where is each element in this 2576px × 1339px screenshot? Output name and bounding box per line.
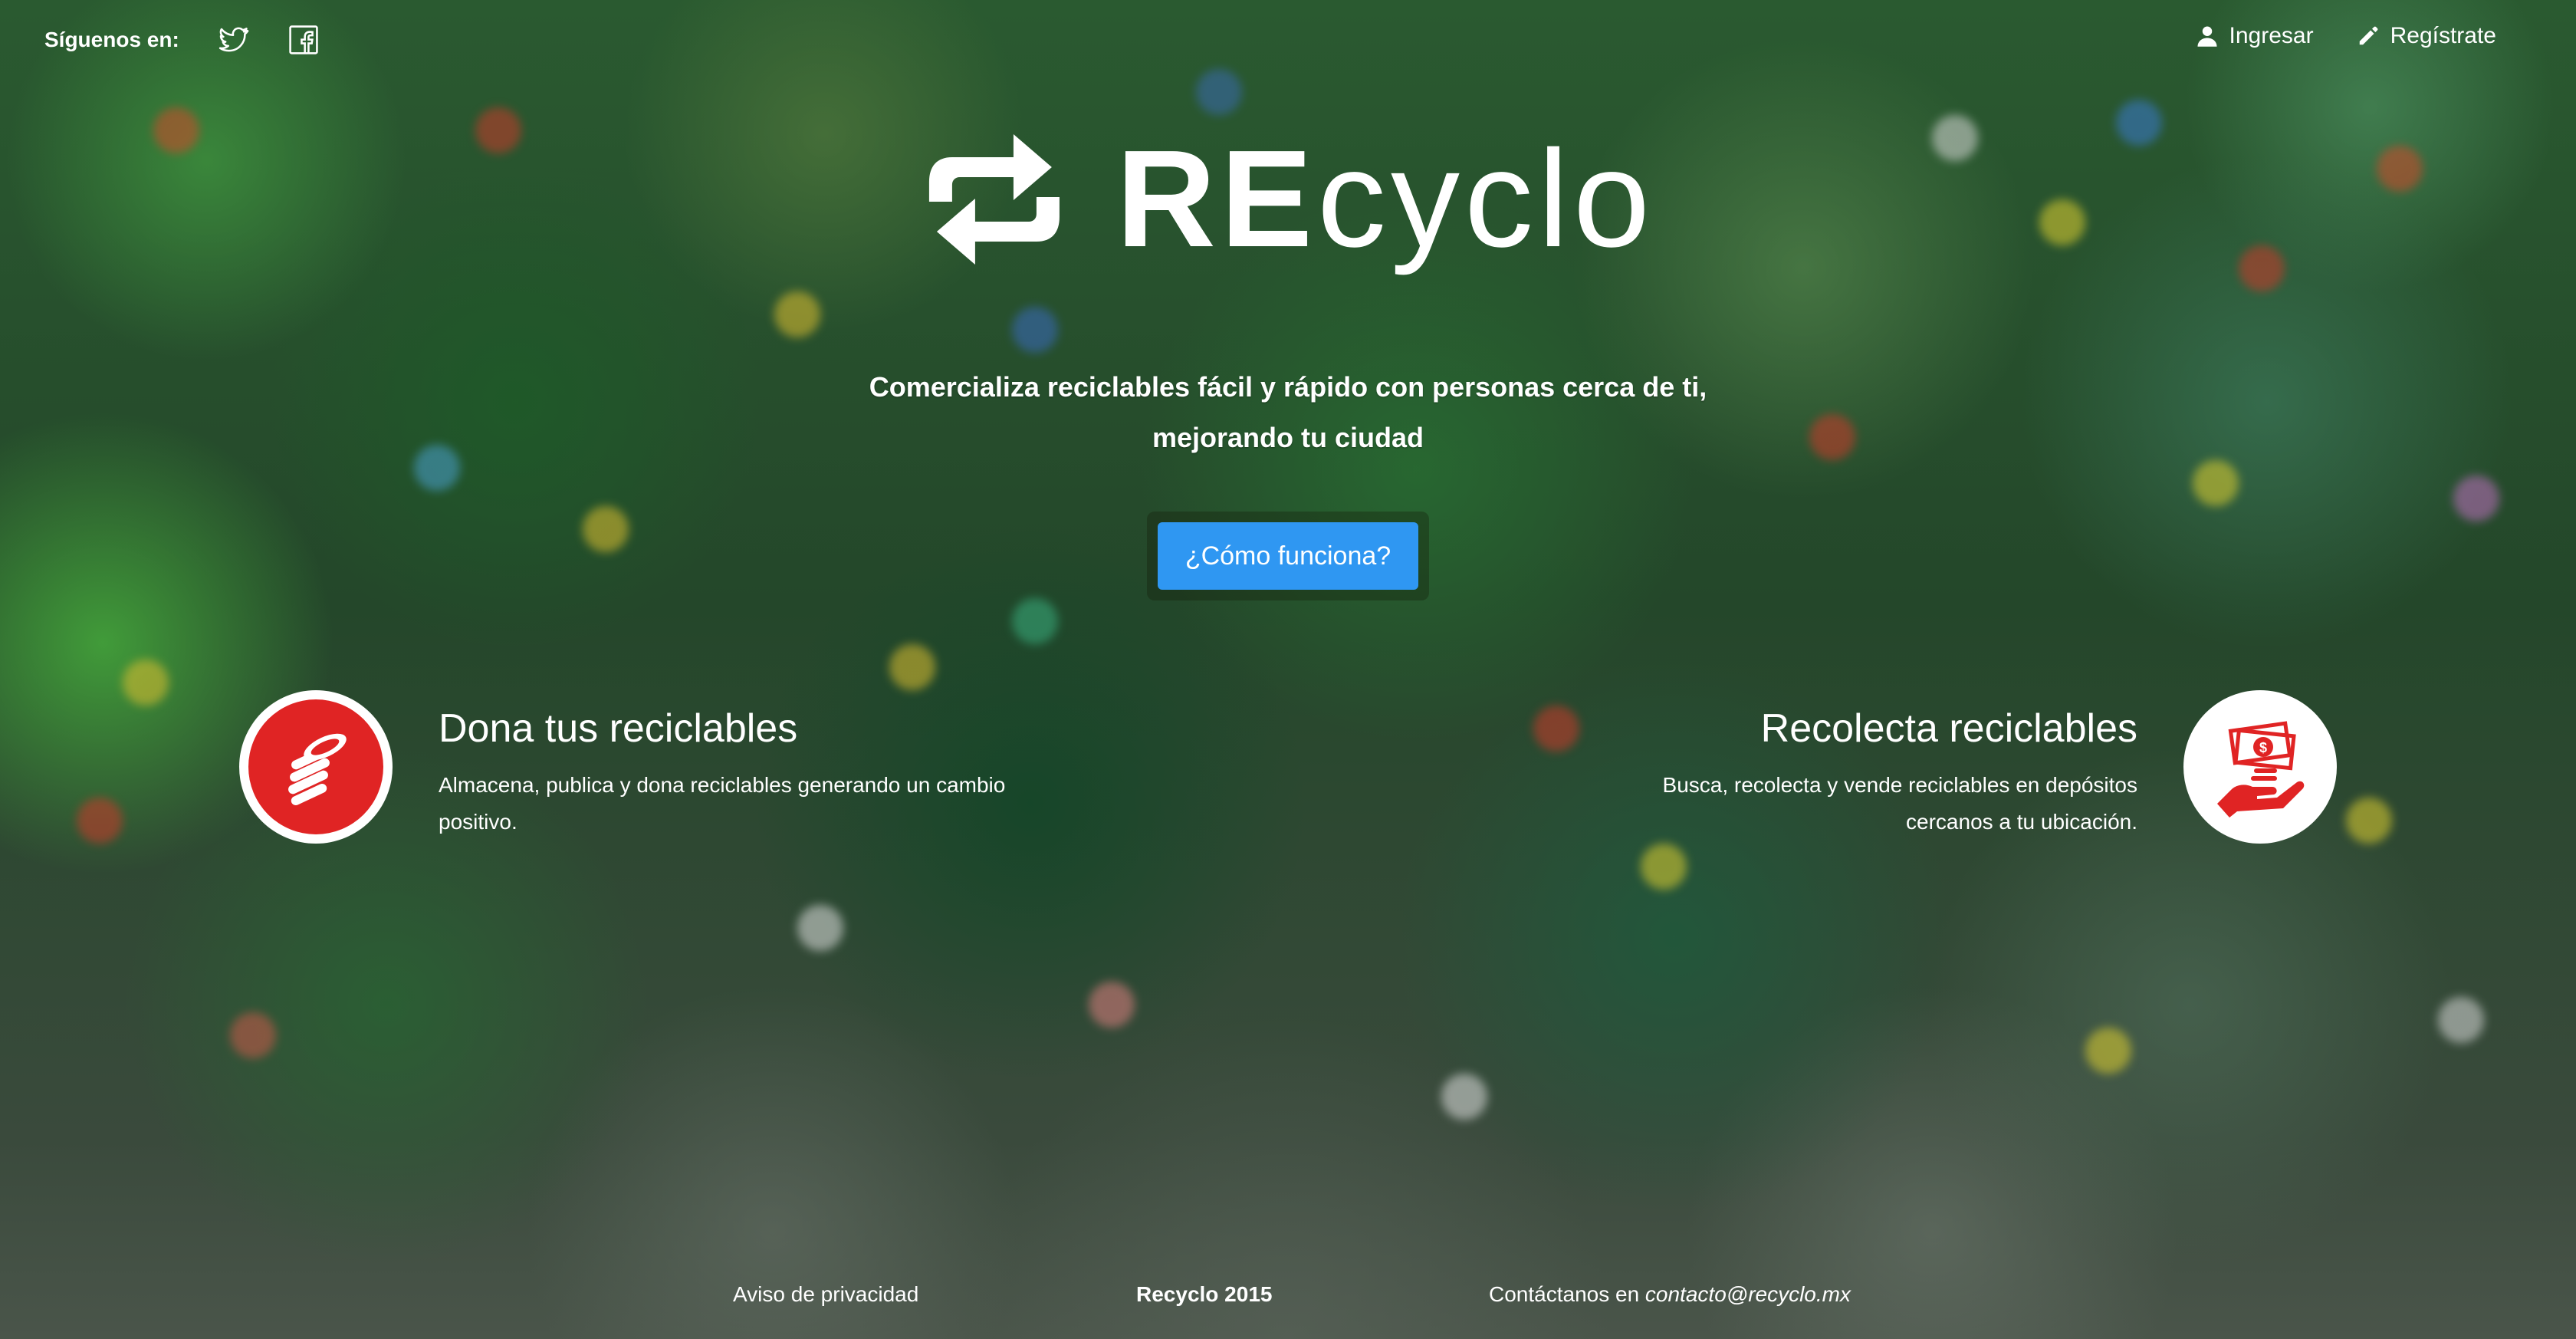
- contact-prefix: Contáctanos en: [1489, 1282, 1645, 1306]
- donate-title: Dona tus reciclables: [439, 706, 798, 751]
- feature-collect: Recolecta reciclables Busca, recolecta y…: [1570, 690, 2337, 844]
- register-label: Regístrate: [2390, 23, 2496, 48]
- recycle-arrows-icon: [928, 134, 1060, 265]
- pencil-icon: [2359, 26, 2378, 45]
- donate-description: Almacena, publica y dona reciclables gen…: [439, 773, 1006, 834]
- money-hand-icon: $: [2217, 721, 2305, 818]
- register-link[interactable]: Regístrate: [2357, 23, 2496, 49]
- social-bar: Síguenos en:: [44, 23, 320, 57]
- landing-page: Síguenos en: Ingresar Regístrate REcyclo…: [0, 0, 2576, 1339]
- account-nav: Ingresar Regístrate: [2196, 23, 2496, 49]
- recyclo-logo: REcyclo: [922, 130, 1654, 268]
- contact-email-link[interactable]: contacto@recyclo.mx: [1645, 1282, 1851, 1306]
- contact-info: Contáctanos en contacto@recyclo.mx: [1489, 1282, 1851, 1307]
- copyright: Recyclo 2015: [1136, 1282, 1273, 1306]
- donate-text: Dona tus reciclables Almacena, publica y…: [439, 690, 1006, 841]
- follow-label: Síguenos en:: [44, 28, 179, 51]
- collect-title: Recolecta reciclables: [1760, 706, 2137, 751]
- facebook-icon[interactable]: [287, 23, 320, 57]
- cta-container: ¿Cómo funciona?: [1147, 512, 1429, 600]
- svg-text:$: $: [2259, 740, 2267, 755]
- logo-text-bold: RE: [1116, 122, 1317, 276]
- coins-icon: [248, 699, 383, 834]
- logo-wordmark: REcyclo: [1116, 130, 1654, 268]
- logo-text-thin: cyclo: [1316, 122, 1655, 276]
- collect-text: Recolecta reciclables Busca, recolecta y…: [1570, 690, 2137, 841]
- twitter-icon[interactable]: [216, 23, 250, 57]
- feature-donate: Dona tus reciclables Almacena, publica y…: [239, 690, 1006, 844]
- privacy-link[interactable]: Aviso de privacidad: [733, 1282, 918, 1307]
- hero-tagline: Comercializa reciclables fácil y rápido …: [869, 371, 1707, 453]
- login-label: Ingresar: [2229, 23, 2314, 48]
- collect-icon-circle: $: [2183, 690, 2337, 844]
- collect-description: Busca, recolecta y vende reciclables en …: [1662, 773, 2137, 834]
- login-link[interactable]: Ingresar: [2196, 23, 2314, 49]
- how-it-works-button[interactable]: ¿Cómo funciona?: [1158, 522, 1418, 590]
- donate-icon-circle: [239, 690, 393, 844]
- user-icon: [2197, 26, 2217, 47]
